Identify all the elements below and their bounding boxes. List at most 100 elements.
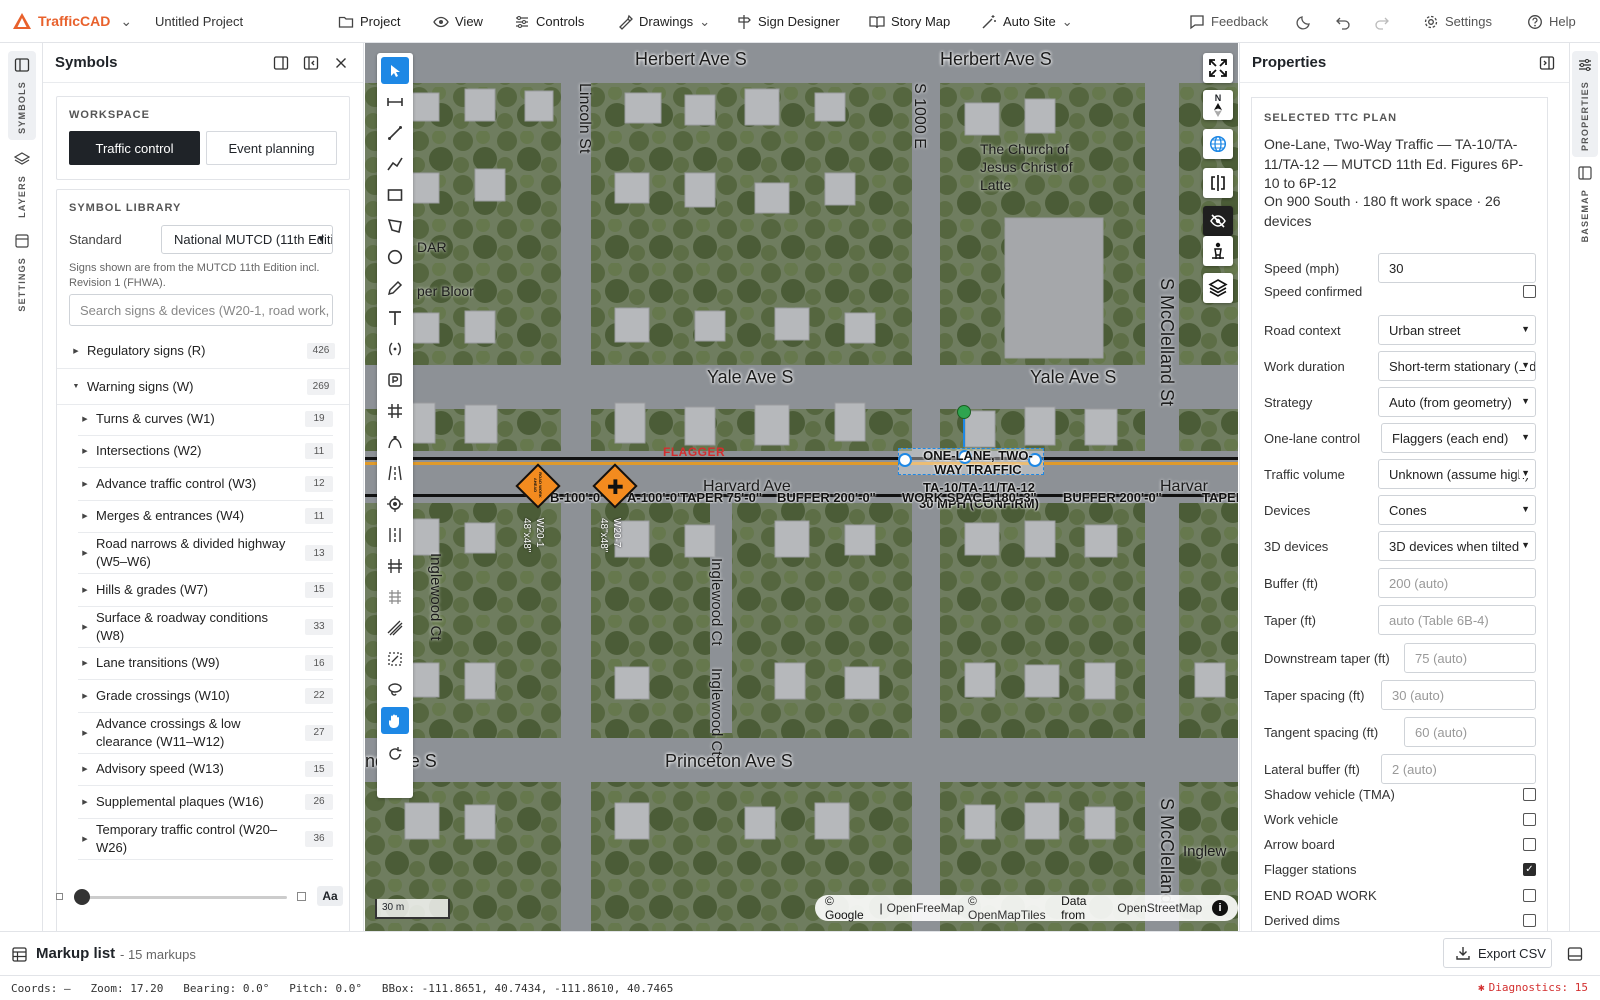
size-slider-thumb[interactable] <box>74 889 90 905</box>
property-input[interactable]: auto (Table 6B-4) <box>1378 605 1536 635</box>
subcategory-row[interactable]: ▶ Temporary traffic control (W20–W26) 36 <box>78 819 333 860</box>
project-name[interactable]: Untitled Project <box>155 14 243 29</box>
rail-tab-settings[interactable]: SETTINGS <box>8 227 36 318</box>
property-checkbox[interactable]: ✓ <box>1523 863 1536 876</box>
property-select[interactable]: Cones ▼ <box>1378 495 1536 525</box>
menu-drawings[interactable]: Drawings ⌄ <box>617 0 710 43</box>
symbol-search-input[interactable]: Search signs & devices (W20-1, road work… <box>69 294 333 326</box>
pan-tool[interactable] <box>381 707 409 734</box>
property-checkbox[interactable] <box>1523 813 1536 826</box>
info-icon[interactable]: i <box>1212 900 1228 916</box>
subcategory-row[interactable]: ▶ Advance crossings & low clearance (W11–… <box>78 713 333 754</box>
app-brand[interactable]: TrafficCAD ⌄ <box>12 11 132 31</box>
property-select[interactable]: Urban street ▼ <box>1378 315 1536 345</box>
lasso-tool[interactable] <box>381 676 409 703</box>
lane-tool[interactable] <box>381 459 409 486</box>
close-icon[interactable] <box>333 55 349 71</box>
layers-toggle-button[interactable] <box>1203 273 1233 303</box>
rail-tab-properties[interactable]: PROPERTIES <box>1572 51 1598 158</box>
area-select-tool[interactable] <box>381 645 409 672</box>
attribution-link[interactable]: OpenFreeMap <box>887 901 964 915</box>
collapse-panel-icon[interactable] <box>1539 55 1555 71</box>
hatch-tool[interactable] <box>381 614 409 641</box>
diagnostics-indicator[interactable]: ✱ Diagnostics: 15 <box>1478 981 1588 994</box>
subcategory-row[interactable]: ▶ Merges & entrances (W4) 11 <box>78 501 333 533</box>
split-view-button[interactable] <box>1203 168 1233 198</box>
subcategory-row[interactable]: ▶ Advance traffic control (W3) 12 <box>78 468 333 501</box>
subcategory-row[interactable]: ▶ Hills & grades (W7) 15 <box>78 574 333 607</box>
select-tool[interactable] <box>381 57 409 84</box>
hide-overlay-button[interactable] <box>1203 206 1233 236</box>
collapse-bottom-icon[interactable] <box>1567 946 1583 962</box>
callout-tool[interactable] <box>381 335 409 362</box>
text-tool[interactable] <box>381 304 409 331</box>
fullscreen-button[interactable] <box>1203 53 1233 83</box>
menu-view[interactable]: View <box>433 0 483 43</box>
line-tool[interactable] <box>381 119 409 146</box>
rectangle-tool[interactable] <box>381 181 409 208</box>
workspace-event-planning-button[interactable]: Event planning <box>206 131 337 165</box>
export-csv-button[interactable]: Export CSV <box>1443 938 1552 968</box>
property-input[interactable]: 200 (auto) <box>1378 568 1536 598</box>
crosswalk-tool[interactable] <box>381 397 409 424</box>
globe-button[interactable] <box>1203 129 1233 159</box>
property-select[interactable]: Unknown (assume high) ▼ <box>1378 459 1536 489</box>
polygon-tool[interactable] <box>381 212 409 239</box>
attribution-link[interactable]: OpenStreetMap <box>1117 901 1202 915</box>
category-row[interactable]: ▼ Warning signs (W) 269 <box>57 369 349 405</box>
undo-button[interactable] <box>1335 0 1351 43</box>
menu-project[interactable]: Project <box>338 0 400 43</box>
subcategory-row[interactable]: ▶ Surface & roadway conditions (W8) 33 <box>78 607 333 648</box>
barrier-tool[interactable] <box>381 552 409 579</box>
rail-tab-basemap[interactable]: BASEMAP <box>1572 159 1598 248</box>
curve-tool[interactable] <box>381 428 409 455</box>
standard-select[interactable]: National MUTCD (11th Edition) ▼ <box>161 225 333 254</box>
street-view-button[interactable] <box>1203 236 1233 266</box>
property-input[interactable]: 75 (auto) <box>1404 643 1536 673</box>
dock-panel-icon[interactable] <box>273 55 289 71</box>
note-tool[interactable] <box>381 366 409 393</box>
road-tool[interactable] <box>381 521 409 548</box>
rail-tab-layers[interactable]: LAYERS <box>8 145 36 224</box>
property-select[interactable]: 3D devices when tilted ▼ <box>1378 531 1536 561</box>
menu-auto-site[interactable]: Auto Site ⌄ <box>981 0 1073 43</box>
property-select[interactable]: Flaggers (each end) ▼ <box>1381 423 1536 453</box>
property-input[interactable]: 30 <box>1378 253 1536 283</box>
circle-tool[interactable] <box>381 243 409 270</box>
measure-tool[interactable] <box>381 88 409 115</box>
polyline-tool[interactable] <box>381 150 409 177</box>
size-slider-track[interactable] <box>77 896 287 899</box>
rail-tool[interactable] <box>381 583 409 610</box>
rail-tab-symbols[interactable]: SYMBOLS <box>8 51 36 140</box>
property-input[interactable]: 30 (auto) <box>1381 680 1536 710</box>
point-tool[interactable] <box>381 490 409 517</box>
freehand-tool[interactable] <box>381 274 409 301</box>
subcategory-row[interactable]: ▶ Road narrows & divided highway (W5–W6) 1… <box>78 533 333 574</box>
subcategory-row[interactable]: ▶ Lane transitions (W9) 16 <box>78 648 333 680</box>
subcategory-row[interactable]: ▶ Grade crossings (W10) 22 <box>78 680 333 713</box>
subcategory-row[interactable]: ▶ Turns & curves (W1) 19 <box>78 403 333 436</box>
text-size-button[interactable]: Aa <box>317 886 343 906</box>
property-input[interactable]: 2 (auto) <box>1381 754 1536 784</box>
property-checkbox[interactable] <box>1523 838 1536 851</box>
subcategory-row[interactable]: ▶ Supplemental plaques (W16) 26 <box>78 786 333 819</box>
property-select[interactable]: Auto (from geometry) ▼ <box>1378 387 1536 417</box>
property-checkbox[interactable] <box>1523 285 1536 298</box>
property-checkbox[interactable] <box>1523 788 1536 801</box>
menu-story-map[interactable]: Story Map <box>869 0 950 43</box>
menu-feedback[interactable]: Feedback <box>1189 0 1268 43</box>
compass-button[interactable]: N <box>1203 90 1233 120</box>
redo-button[interactable] <box>1374 0 1390 43</box>
subcategory-row[interactable]: ▶ Advisory speed (W13) 15 <box>78 754 333 786</box>
markup-list-title[interactable]: Markup list <box>36 945 115 962</box>
property-select[interactable]: Short-term stationary (1 day)▼ <box>1378 351 1536 381</box>
rotate-handle[interactable] <box>957 405 971 419</box>
collapse-panel-icon[interactable] <box>303 55 319 71</box>
attribution-link[interactable]: © OpenMapTiles <box>968 894 1057 922</box>
property-checkbox[interactable] <box>1523 889 1536 902</box>
property-checkbox[interactable] <box>1523 914 1536 927</box>
property-input[interactable]: 60 (auto) <box>1404 717 1536 747</box>
menu-sign-designer[interactable]: Sign Designer <box>736 0 840 43</box>
menu-help[interactable]: Help <box>1527 0 1576 43</box>
theme-toggle-button[interactable] <box>1296 0 1312 43</box>
